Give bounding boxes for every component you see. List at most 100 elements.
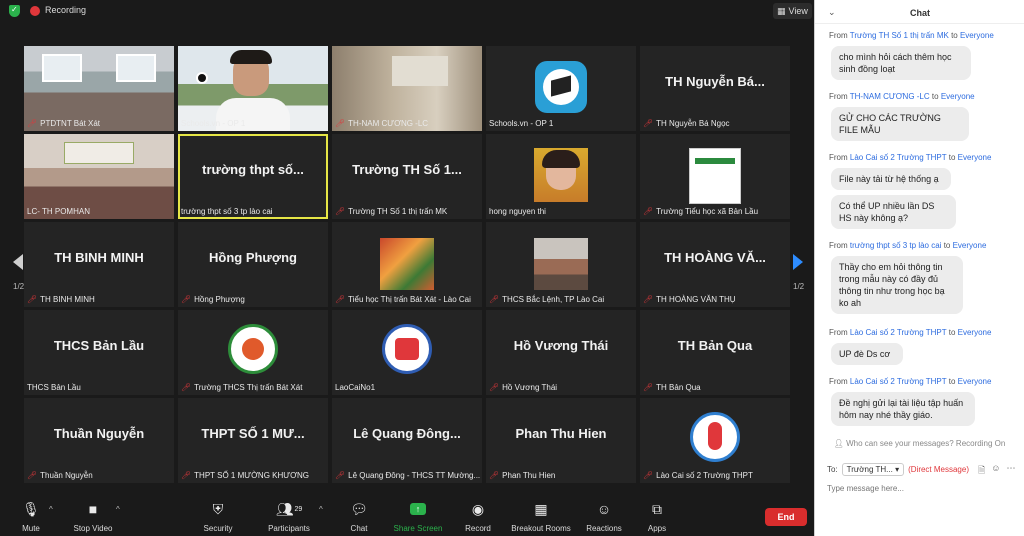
chat-message-bubble: UP đè Ds cơ (831, 343, 903, 365)
recording-label: Recording (45, 5, 87, 15)
mic-muted-icon: 🎤︎ (181, 382, 192, 392)
record-button[interactable]: ◉ Record (462, 500, 494, 534)
board-shape (64, 142, 134, 164)
record-icon: ◉ (471, 500, 485, 517)
participant-nameplate: 🎤︎ Thuần Nguyễn (27, 470, 93, 480)
participant-tile[interactable]: 🎤︎ Trường Tiểu học xã Bản Lầu (640, 134, 790, 219)
mic-muted-icon: 🎤︎ (643, 118, 654, 128)
video-options-caret[interactable]: ^ (116, 505, 120, 514)
participant-display-name: THPT SỐ 1 MƯ... (201, 426, 305, 441)
participant-tile[interactable]: Lê Quang Đông... 🎤︎ Lê Quang Đông - THCS … (332, 398, 482, 483)
to-label: To: (827, 464, 838, 474)
participant-nameplate: 🎤︎ TH Bản Qua (643, 382, 701, 392)
security-button[interactable]: ⛨ Security (198, 500, 238, 534)
participant-tile[interactable]: Phan Thu Hien 🎤︎ Phan Thu Hien (486, 398, 636, 483)
meeting-area: Recording ▦ View 1/2 1/2 🎤︎PTDTNT Bát Xá… (0, 0, 814, 536)
participant-tile[interactable]: Trường TH Số 1... 🎤︎ Trường TH Số 1 thị t… (332, 134, 482, 219)
participant-tile[interactable]: 🎤︎ TH-NAM CƯƠNG -LC (332, 46, 482, 131)
participant-display-name: TH Nguyễn Bá... (665, 74, 765, 89)
participant-nameplate: trường thpt số 3 tp lào cai (181, 206, 273, 216)
participant-display-name: Hồng Phượng (209, 250, 297, 265)
chat-recipient-row: To: Trường TH... ▾ (Direct Message) (827, 461, 969, 477)
meeting-toolbar: 🎙︎ Mute ^ ■ Stop Video ^ ⛨ Security 👥︎ 29… (0, 496, 814, 536)
participant-nameplate: 🎤︎ TH-NAM CƯƠNG -LC (335, 118, 429, 128)
file-icon[interactable]: 🗎 (978, 463, 985, 479)
participant-tile[interactable]: TH Nguyễn Bá... 🎤︎ TH Nguyễn Bá Ngọc (640, 46, 790, 131)
person-hair (230, 50, 272, 64)
chat-bubble-icon: 💬︎ (350, 500, 368, 517)
participant-tile[interactable]: Hồng Phượng 🎤︎ Hồng Phượng (178, 222, 328, 307)
participant-tile[interactable]: Schools.vn - OP 1 (178, 46, 328, 131)
participant-tile[interactable]: Schools.vn - OP 1 (486, 46, 636, 131)
participant-display-name: trường thpt số... (202, 162, 304, 177)
breakout-rooms-button[interactable]: ▦ Breakout Rooms (508, 500, 574, 534)
chat-privacy-note[interactable]: 👤︎ Who can see your messages? Recording … (815, 439, 1024, 453)
participant-tile[interactable]: Thuần Nguyễn 🎤︎ Thuần Nguyễn (24, 398, 174, 483)
participant-nameplate: 🎤︎ Trường THCS Thị trấn Bát Xát (181, 382, 303, 392)
end-meeting-button[interactable]: End (765, 508, 807, 526)
mic-muted-icon: 🎤︎ (27, 470, 38, 480)
participant-tile[interactable]: LaoCaiNo1 (332, 310, 482, 395)
participant-tile[interactable]: TH Bản Qua 🎤︎ TH Bản Qua (640, 310, 790, 395)
participant-tile[interactable]: 🎤︎ Tiểu học Thị trấn Bát Xát - Lào Cai (332, 222, 482, 307)
participants-options-caret[interactable]: ^ (319, 505, 323, 514)
apps-button[interactable]: ⧉ Apps (642, 500, 672, 534)
participant-tile[interactable]: Hồ Vương Thái 🎤︎ Hồ Vương Thái (486, 310, 636, 395)
participant-nameplate: 🎤︎ TH Nguyễn Bá Ngọc (643, 118, 730, 128)
participant-display-name: Hồ Vương Thái (513, 338, 609, 353)
apps-icon: ⧉ (652, 500, 662, 517)
chat-title: Chat (910, 8, 930, 18)
participant-tile[interactable]: TH HOÀNG VĂ... 🎤︎ TH HOÀNG VĂN THỤ (640, 222, 790, 307)
participant-display-name: Trường TH Số 1... (352, 162, 462, 177)
page-indicator-left: 1/2 (13, 282, 25, 291)
mute-button[interactable]: 🎙︎ Mute (14, 500, 48, 534)
participant-tile[interactable]: 🎤︎ Trường THCS Thị trấn Bát Xát (178, 310, 328, 395)
participants-button[interactable]: 👥︎ 29 Participants (262, 500, 316, 534)
participant-tile[interactable]: LC- TH POMHAN (24, 134, 174, 219)
participant-tile[interactable]: 🎤︎ PTDTNT Bát Xát (24, 46, 174, 131)
participant-tile-active-speaker[interactable]: trường thpt số... trường thpt số 3 tp là… (178, 134, 328, 219)
mic-muted-icon: 🎤︎ (643, 382, 654, 392)
school-logo-mark (708, 422, 722, 450)
participant-tile[interactable]: 🎤︎ Lào Cai số 2 Trường THPT (640, 398, 790, 483)
recipient-select[interactable]: Trường TH... ▾ (841, 462, 905, 476)
share-screen-button[interactable]: ↑ Share Screen (392, 500, 444, 533)
reactions-button[interactable]: ☺ Reactions (584, 500, 624, 533)
view-button[interactable]: ▦ View (773, 3, 812, 19)
emoji-icon[interactable]: ☺ (991, 463, 1000, 479)
profile-photo (380, 238, 434, 290)
profile-photo (534, 238, 588, 290)
participant-nameplate: Schools.vn - OP 1 (181, 118, 246, 128)
smiley-icon: ☺ (596, 501, 612, 517)
chat-button[interactable]: 💬︎ Chat (344, 500, 374, 534)
participants-count: 29 (294, 505, 303, 513)
shield-icon[interactable] (9, 5, 20, 17)
recording-icon (30, 6, 40, 16)
participant-nameplate: LaoCaiNo1 (335, 382, 376, 392)
participant-nameplate: 🎤︎ Hồng Phượng (181, 294, 245, 304)
participant-display-name: TH BINH MINH (54, 250, 144, 265)
participant-tile[interactable]: hong nguyen thi (486, 134, 636, 219)
chat-message-input[interactable] (827, 480, 1012, 496)
camera-logo (196, 72, 208, 84)
participant-nameplate: 🎤︎ THPT SỐ 1 MƯỜNG KHƯƠNG (181, 470, 309, 480)
document-header (695, 158, 735, 164)
participant-nameplate: 🎤︎ PTDTNT Bát Xát (27, 118, 101, 128)
participant-tile[interactable]: THCS Bản Lầu THCS Bản Lầu (24, 310, 174, 395)
mute-options-caret[interactable]: ^ (49, 505, 53, 514)
participant-tile[interactable]: 🎤︎ THCS Bắc Lệnh, TP Lào Cai (486, 222, 636, 307)
mic-muted-icon: 🎤︎ (335, 206, 346, 216)
mic-muted-icon: 🎤︎ (643, 206, 654, 216)
school-logo-mark (242, 338, 264, 360)
stop-video-button[interactable]: ■ Stop Video (70, 500, 116, 533)
document-thumbnail (689, 148, 741, 204)
participant-tile[interactable]: THPT SỐ 1 MƯ... 🎤︎ THPT SỐ 1 MƯỜNG KHƯƠNG (178, 398, 328, 483)
participant-nameplate: 🎤︎ Lào Cai số 2 Trường THPT (643, 470, 753, 480)
participant-display-name: Phan Thu Hien (515, 426, 607, 441)
more-icon[interactable]: ⋯ (1006, 463, 1015, 479)
microphone-icon: 🎙︎ (22, 500, 40, 517)
video-camera-icon: ■ (88, 501, 98, 517)
participant-tile[interactable]: TH BINH MINH 🎤︎ TH BINH MINH (24, 222, 174, 307)
mic-muted-icon: 🎤︎ (643, 470, 654, 480)
participant-display-name: Thuần Nguyễn (53, 426, 145, 441)
